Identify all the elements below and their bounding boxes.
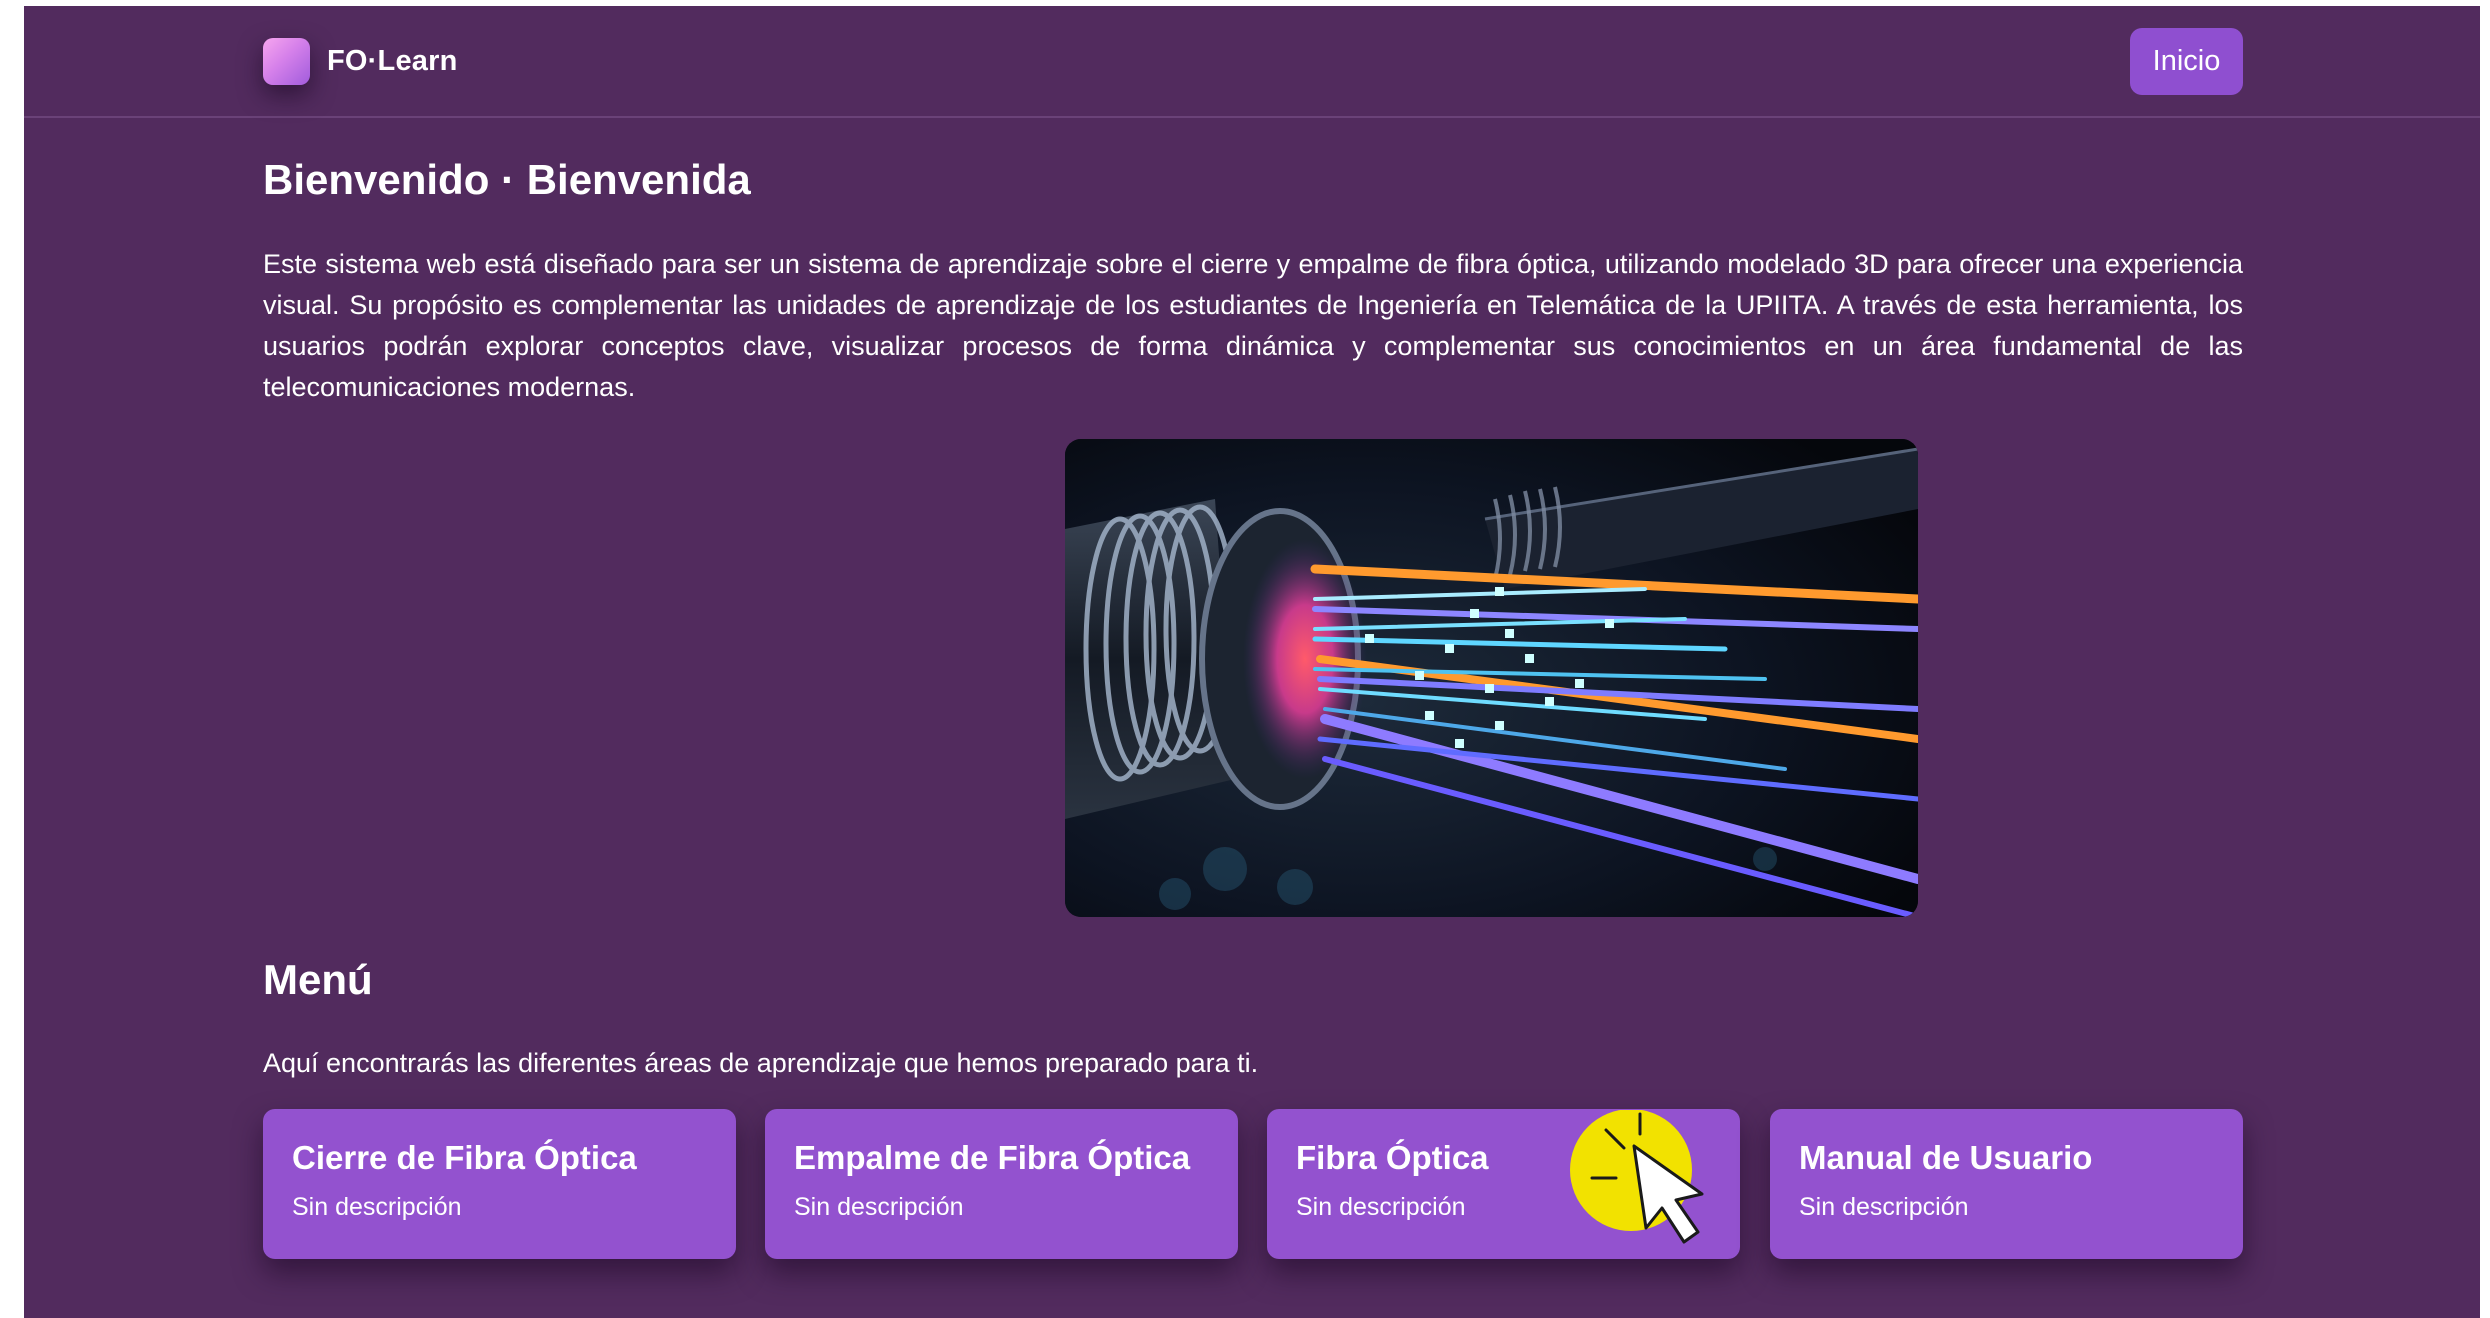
intro-paragraph: Este sistema web está diseñado para ser … bbox=[263, 249, 2243, 402]
card-title: Empalme de Fibra Óptica bbox=[794, 1139, 1191, 1176]
top-navbar: FO·Learn Inicio bbox=[24, 6, 2480, 118]
brand-name: FO·Learn bbox=[327, 45, 458, 77]
welcome-title: Bienvenido · Bienvenida bbox=[263, 156, 751, 203]
menu-cards: Cierre de Fibra Óptica Sin descripción E… bbox=[263, 1109, 2243, 1259]
fiber-optic-image bbox=[1065, 439, 1918, 917]
app-window: FO·Learn Inicio Bienvenido · Bienvenida … bbox=[24, 6, 2480, 1318]
card-manual-de-usuario[interactable]: Manual de Usuario Sin descripción bbox=[1770, 1109, 2243, 1259]
card-fibra-optica[interactable]: Fibra Óptica Sin descripción bbox=[1267, 1109, 1740, 1259]
card-empalme-fibra-optica[interactable]: Empalme de Fibra Óptica Sin descripción bbox=[765, 1109, 1238, 1259]
card-description: Sin descripción bbox=[1296, 1193, 1466, 1221]
card-title: Fibra Óptica bbox=[1296, 1139, 1489, 1176]
card-description: Sin descripción bbox=[794, 1193, 964, 1221]
menu-subtitle: Aquí encontrarás las diferentes áreas de… bbox=[263, 1048, 1259, 1078]
card-title: Manual de Usuario bbox=[1799, 1139, 2093, 1176]
card-title: Cierre de Fibra Óptica bbox=[292, 1139, 637, 1176]
menu-title: Menú bbox=[263, 956, 373, 1003]
card-description: Sin descripción bbox=[1799, 1193, 1969, 1221]
brand[interactable]: FO·Learn bbox=[263, 38, 458, 85]
card-cierre-fibra-optica[interactable]: Cierre de Fibra Óptica Sin descripción bbox=[263, 1109, 736, 1259]
card-description: Sin descripción bbox=[292, 1193, 462, 1221]
inicio-button[interactable]: Inicio bbox=[2130, 28, 2243, 95]
logo-icon bbox=[263, 38, 310, 85]
